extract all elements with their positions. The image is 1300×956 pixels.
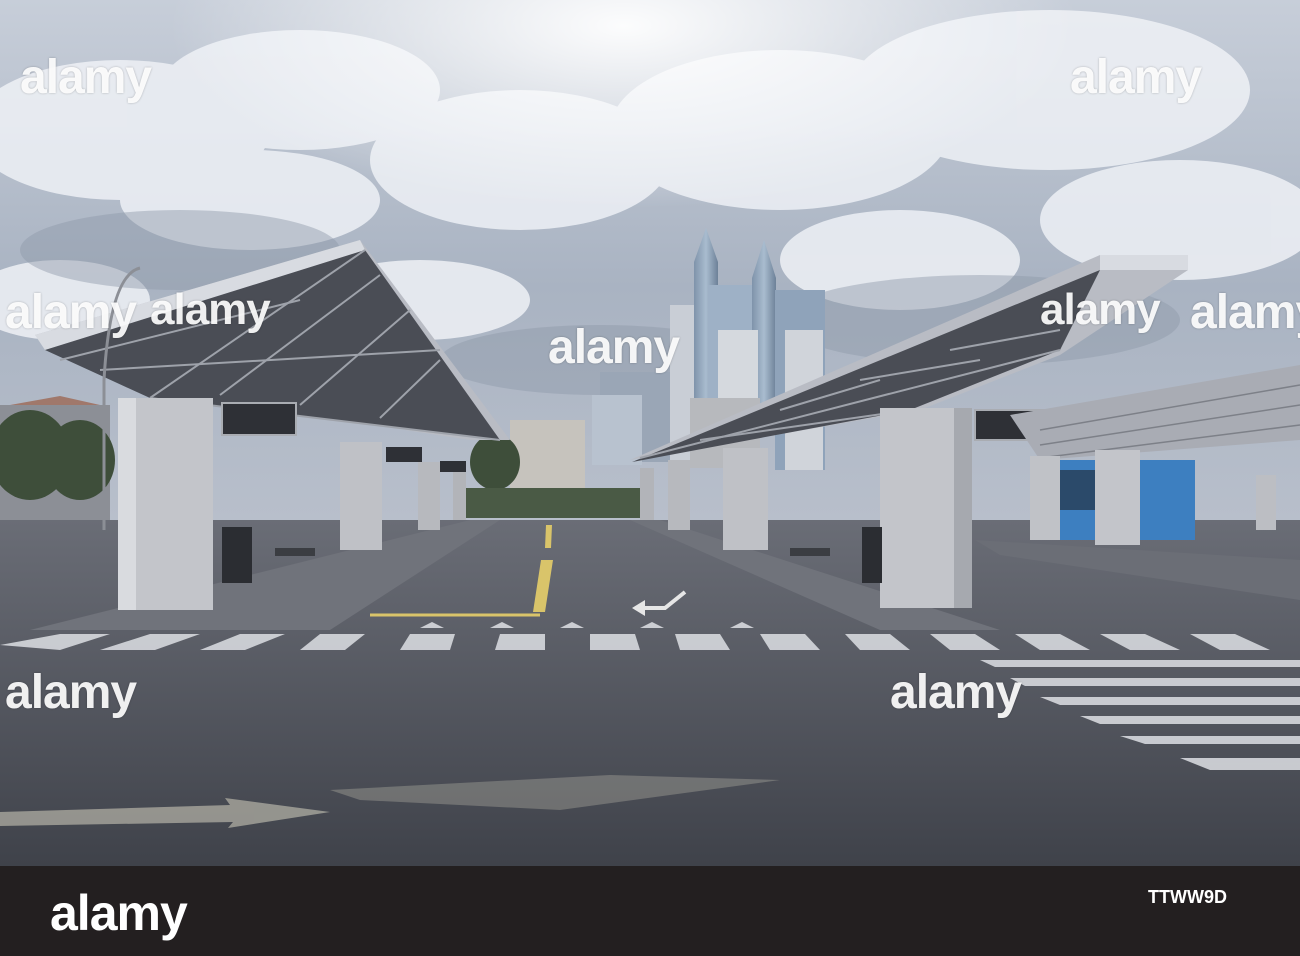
image-id-text: TTWW9D [1148, 887, 1227, 907]
footer-brand-logo: alamy [50, 885, 188, 941]
hedge [465, 488, 645, 518]
footer-bar: alamy [0, 866, 1300, 956]
bus-station-scene [0, 0, 1300, 866]
stock-photo: alamy alamy alamy alamy alamy alamy alam… [0, 0, 1300, 866]
image-id: TTWW9D [1148, 888, 1248, 906]
